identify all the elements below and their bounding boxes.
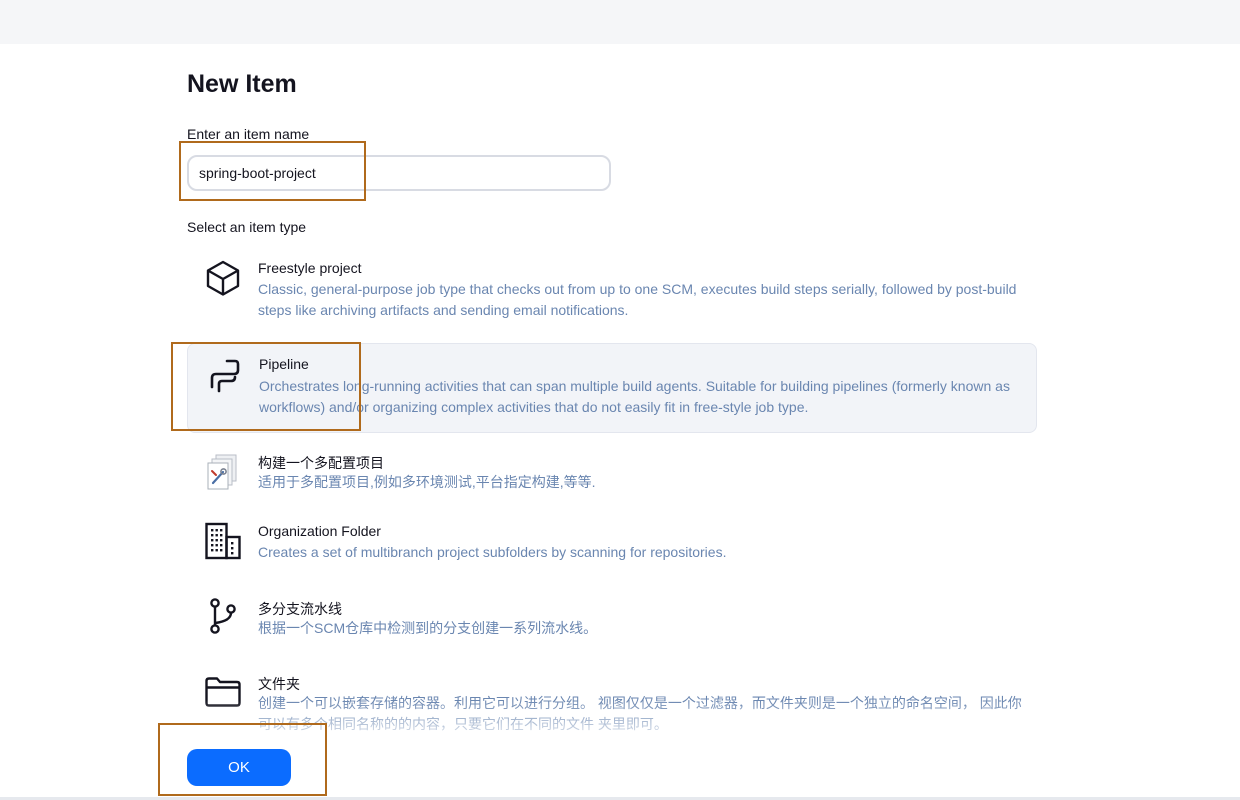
item-type-freestyle[interactable]: Freestyle project Classic, general-purpo… (187, 248, 1037, 328)
item-type-organization-folder[interactable]: Organization Folder Creates a set of mul… (187, 514, 1037, 574)
item-type-name: 多分支流水线 (258, 601, 342, 617)
folder-icon (204, 672, 242, 712)
multi-config-icon (204, 452, 242, 492)
item-type-folder[interactable]: 文件夹 创建一个可以嵌套存储的容器。利用它可以进行分组。 视图仅仅是一个过滤器，… (187, 666, 1037, 736)
item-type-description: Creates a set of multibranch project sub… (258, 544, 727, 560)
item-type-description: 适用于多配置项目,例如多环境测试,平台指定构建,等等. (258, 474, 596, 490)
item-type-description: Classic, general-purpose job type that c… (258, 281, 1017, 318)
item-type-description: 创建一个可以嵌套存储的容器。利用它可以进行分组。 视图仅仅是一个过滤器，而文件夹… (258, 695, 1022, 732)
item-type-pipeline[interactable]: Pipeline Orchestrates long-running activ… (187, 343, 1037, 433)
item-type-name: Freestyle project (258, 260, 362, 276)
item-type-name: 文件夹 (258, 676, 300, 692)
item-type-name: Organization Folder (258, 523, 381, 539)
item-type-description: 根据一个SCM仓库中检测到的分支创建一系列流水线。 (258, 620, 598, 636)
item-type-label: Select an item type (187, 219, 307, 235)
item-name-label: Enter an item name (187, 126, 310, 142)
item-type-multi-config[interactable]: 构建一个多配置项目 适用于多配置项目,例如多环境测试,平台指定构建,等等. (187, 444, 1037, 504)
pipeline-icon (205, 356, 243, 396)
page-title: New Item (187, 70, 297, 98)
cube-icon (204, 258, 242, 298)
item-type-name: 构建一个多配置项目 (258, 455, 384, 471)
item-type-multibranch-pipeline[interactable]: 多分支流水线 根据一个SCM仓库中检测到的分支创建一系列流水线。 (187, 590, 1037, 650)
branch-icon (204, 596, 242, 636)
ok-button[interactable]: OK (187, 749, 291, 786)
building-icon (204, 521, 242, 561)
item-type-description: Orchestrates long-running activities tha… (259, 378, 1010, 415)
item-name-input[interactable] (187, 155, 611, 191)
top-bar (0, 0, 1240, 44)
item-type-name: Pipeline (259, 356, 309, 372)
